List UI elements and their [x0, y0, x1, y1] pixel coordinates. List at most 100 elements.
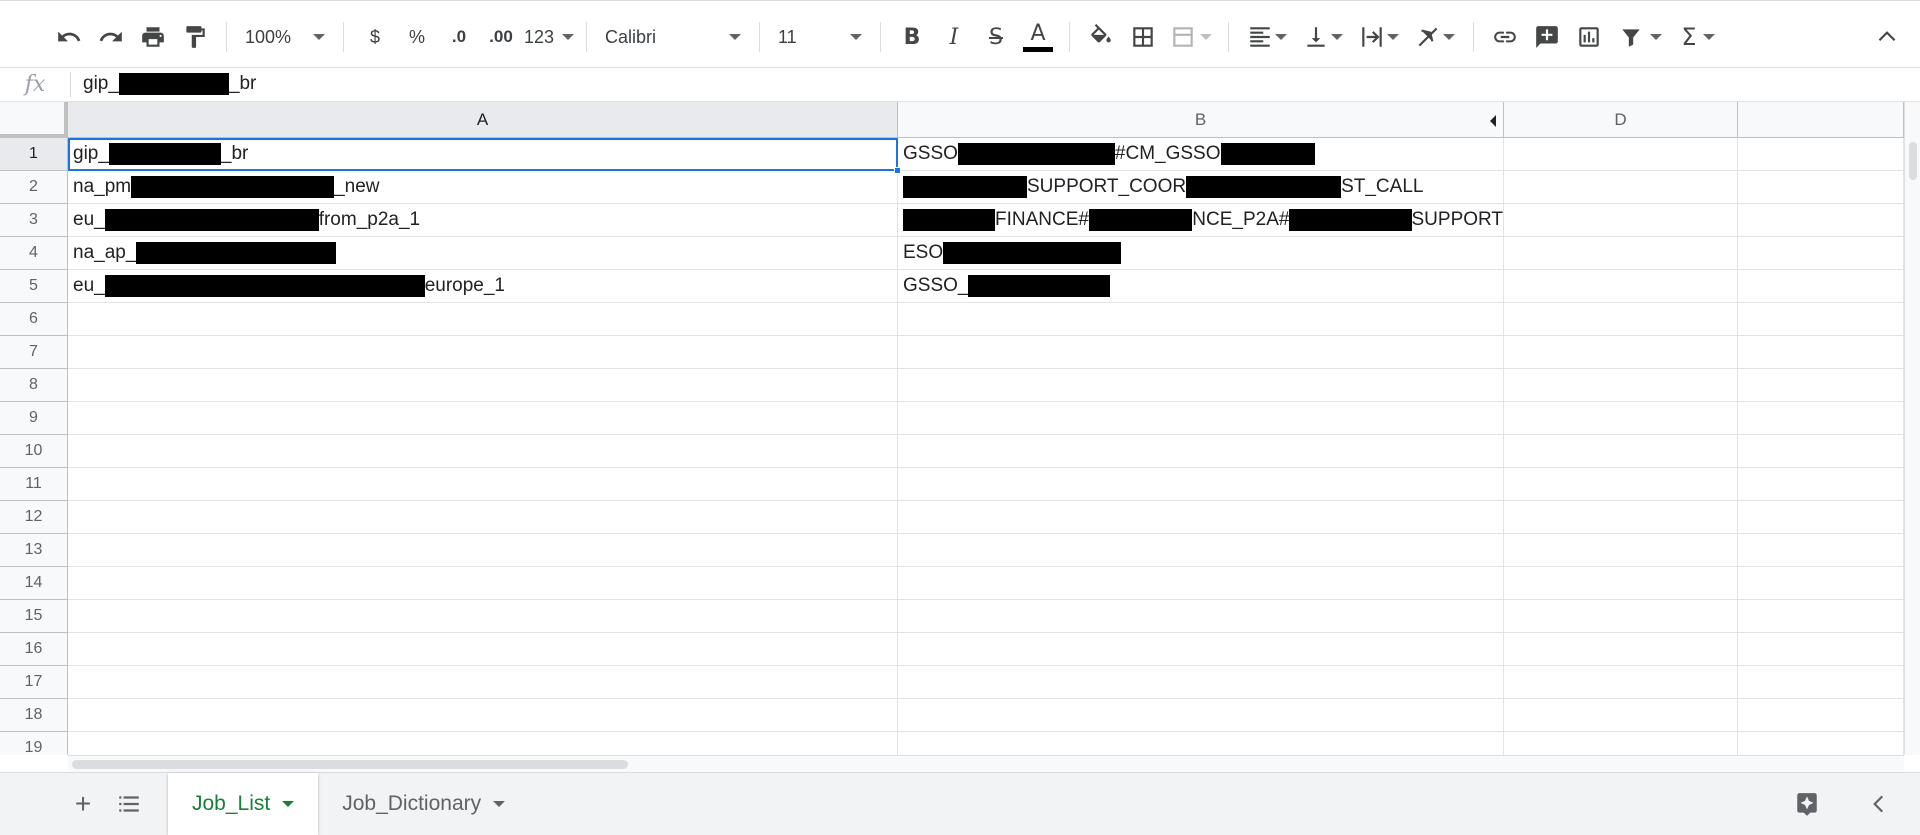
row-header[interactable]: 17: [0, 666, 68, 699]
row-header[interactable]: 8: [0, 369, 68, 402]
text-wrapping-icon[interactable]: [1351, 20, 1407, 54]
print-icon[interactable]: [132, 20, 174, 54]
row-header[interactable]: 11: [0, 468, 68, 501]
grid-cell[interactable]: [1738, 666, 1904, 699]
grid-cell[interactable]: [68, 336, 898, 369]
grid-cell[interactable]: [1504, 468, 1738, 501]
grid-cell[interactable]: [1504, 600, 1738, 633]
row-header[interactable]: 2: [0, 171, 68, 204]
sheet-tab-job-list[interactable]: Job_List: [168, 773, 319, 835]
filter-icon[interactable]: [1610, 20, 1670, 54]
cell-b3[interactable]: FINANCE# NCE_P2A# SUPPORT: [898, 204, 1504, 237]
collapse-side-panel-icon[interactable]: [1858, 787, 1900, 821]
grid-cell[interactable]: [1504, 666, 1738, 699]
grid-cell[interactable]: [68, 303, 898, 336]
grid-cell[interactable]: [68, 633, 898, 666]
insert-link-icon[interactable]: [1484, 20, 1526, 54]
horizontal-scrollbar-thumb[interactable]: [72, 760, 628, 769]
grid-cell[interactable]: [68, 369, 898, 402]
grid-cell[interactable]: [68, 699, 898, 732]
grid-cell[interactable]: [898, 468, 1504, 501]
redo-icon[interactable]: [90, 20, 132, 54]
grid-cell[interactable]: [1504, 204, 1738, 237]
cell-b2[interactable]: SUPPORT_COOR ST_CALL: [898, 171, 1504, 204]
functions-icon[interactable]: Σ: [1670, 20, 1726, 54]
add-sheet-icon[interactable]: +: [62, 787, 104, 821]
grid-cell[interactable]: [68, 732, 898, 755]
borders-icon[interactable]: [1122, 20, 1164, 54]
row-header[interactable]: 18: [0, 699, 68, 732]
cell-b4[interactable]: ESO: [898, 237, 1504, 270]
grid-cell[interactable]: [1504, 171, 1738, 204]
grid-cell[interactable]: [1738, 402, 1904, 435]
grid-cell[interactable]: [898, 732, 1504, 755]
hidden-column-left-arrow-icon[interactable]: [1490, 115, 1496, 127]
horizontal-scrollbar[interactable]: [68, 755, 1904, 772]
chevron-down-icon[interactable]: [282, 801, 295, 807]
row-header[interactable]: 16: [0, 633, 68, 666]
grid-cell[interactable]: [898, 369, 1504, 402]
grid-cell[interactable]: [1504, 402, 1738, 435]
grid-cell[interactable]: [1738, 468, 1904, 501]
grid-cell[interactable]: [1738, 633, 1904, 666]
grid-cell[interactable]: [898, 600, 1504, 633]
grid-cell[interactable]: [1738, 336, 1904, 369]
grid-cell[interactable]: [1504, 435, 1738, 468]
grid-cell[interactable]: [1738, 501, 1904, 534]
grid-cell[interactable]: [1738, 369, 1904, 402]
grid-cell[interactable]: [1738, 171, 1904, 204]
grid-cell[interactable]: [1504, 270, 1738, 303]
grid-cell[interactable]: [898, 303, 1504, 336]
paint-format-icon[interactable]: [174, 20, 216, 54]
column-header-b[interactable]: B: [898, 102, 1504, 138]
row-header[interactable]: 12: [0, 501, 68, 534]
row-header[interactable]: 4: [0, 237, 68, 270]
cell-a2[interactable]: na_pm _new: [68, 171, 898, 204]
collapse-menu-icon[interactable]: [1866, 20, 1908, 54]
text-color-icon[interactable]: A: [1017, 20, 1059, 54]
chevron-down-icon[interactable]: [493, 801, 506, 807]
grid-cell[interactable]: [898, 501, 1504, 534]
increase-decimal-button[interactable]: .00: [480, 20, 522, 54]
bold-icon[interactable]: B: [891, 20, 933, 54]
undo-icon[interactable]: [48, 20, 90, 54]
font-family-select[interactable]: Calibri: [597, 20, 749, 54]
grid-cell[interactable]: [68, 468, 898, 501]
grid-cell[interactable]: [1738, 435, 1904, 468]
fill-handle[interactable]: [894, 167, 901, 174]
cell-b1[interactable]: GSSO #CM_GSSO: [898, 138, 1504, 171]
grid-cell[interactable]: [1738, 534, 1904, 567]
grid-cell[interactable]: [1738, 138, 1904, 171]
grid-cell[interactable]: [68, 435, 898, 468]
cell-b5[interactable]: GSSO_: [898, 270, 1504, 303]
grid-cell[interactable]: [1504, 336, 1738, 369]
grid-cell[interactable]: [1738, 237, 1904, 270]
row-header[interactable]: 13: [0, 534, 68, 567]
cell-a4[interactable]: na_ap_: [68, 237, 898, 270]
horizontal-align-icon[interactable]: [1239, 20, 1295, 54]
grid-cell[interactable]: [898, 567, 1504, 600]
percent-format-button[interactable]: %: [396, 20, 438, 54]
cell-a3[interactable]: eu_ from_p2a_1: [68, 204, 898, 237]
formula-input[interactable]: gip_ _br: [83, 73, 256, 96]
column-header-a[interactable]: A: [68, 102, 898, 138]
font-size-select[interactable]: 11: [770, 20, 870, 54]
grid-cell[interactable]: [898, 534, 1504, 567]
grid-cell[interactable]: [1504, 303, 1738, 336]
grid-cell[interactable]: [68, 666, 898, 699]
cell-a1[interactable]: gip_ _br: [68, 138, 898, 171]
sheet-tab-job-dictionary[interactable]: Job_Dictionary: [318, 773, 529, 835]
row-header[interactable]: 10: [0, 435, 68, 468]
row-header[interactable]: 19: [0, 732, 68, 755]
grid-cell[interactable]: [898, 435, 1504, 468]
grid-cell[interactable]: [68, 501, 898, 534]
grid-cell[interactable]: [1738, 204, 1904, 237]
grid-cell[interactable]: [1504, 501, 1738, 534]
grid-cell[interactable]: [898, 699, 1504, 732]
grid-cell[interactable]: [68, 567, 898, 600]
currency-format-button[interactable]: $: [354, 20, 396, 54]
merge-cells-icon[interactable]: [1164, 20, 1218, 54]
column-header-d[interactable]: D: [1504, 102, 1738, 138]
grid-cell[interactable]: [898, 402, 1504, 435]
grid-cell[interactable]: [898, 633, 1504, 666]
